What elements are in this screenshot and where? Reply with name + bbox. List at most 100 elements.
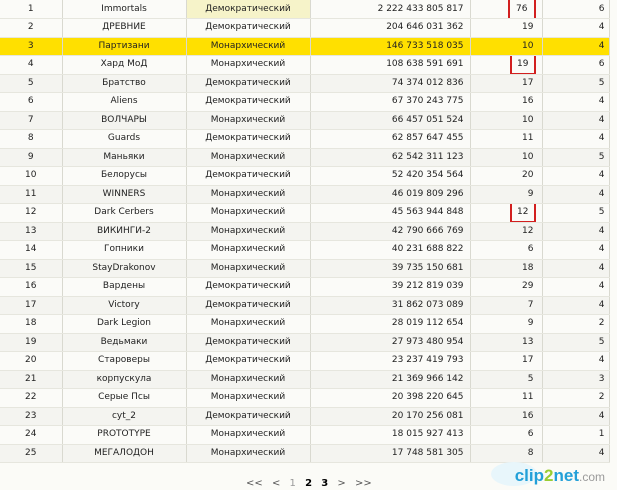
count-a-cell: 8 <box>470 444 543 463</box>
count-a-cell: 7 <box>470 296 543 315</box>
clan-name-cell[interactable]: Dark Cerbers <box>62 203 187 223</box>
count-a-cell: 19 <box>470 55 543 75</box>
score-cell: 62 542 311 123 <box>310 148 471 167</box>
page-1-link[interactable]: 1 <box>290 478 296 489</box>
clan-name-cell[interactable]: ДРЕВНИЕ <box>62 18 187 38</box>
rank-cell: 3 <box>0 37 63 56</box>
count-b-cell: 5 <box>542 333 610 352</box>
clan-name-cell[interactable]: Dark Legion <box>62 314 187 334</box>
clan-ranking-table: 1 Immortals Демократический 2 222 433 805 8… <box>0 0 617 463</box>
last-page-link[interactable]: >> <box>355 478 372 489</box>
government-cell: Монархический <box>186 111 311 130</box>
table-row: 18 Dark Legion Монархический 28 019 112 654… <box>0 314 610 334</box>
count-b-cell: 4 <box>542 296 610 315</box>
count-a-cell: 12 <box>470 222 543 241</box>
rank-cell: 23 <box>0 407 63 426</box>
government-cell: Монархический <box>186 148 311 167</box>
table-row: 20 Староверы Демократический 23 237 419 793… <box>0 351 610 371</box>
count-a-cell: 29 <box>470 277 543 297</box>
count-a-cell: 16 <box>470 92 543 112</box>
government-cell: Демократический <box>186 351 311 371</box>
clan-name-cell[interactable]: Victory <box>62 296 187 315</box>
count-b-cell: 5 <box>542 203 610 223</box>
rank-cell: 10 <box>0 166 63 186</box>
table-row: 9 Маньяки Монархический 62 542 311 123 10 5 <box>0 148 610 167</box>
count-b-cell: 2 <box>542 388 610 408</box>
score-cell: 74 374 012 836 <box>310 74 471 93</box>
prev-page-link[interactable]: < <box>272 478 280 489</box>
count-a-cell: 6 <box>470 425 543 445</box>
table-row: 14 Гопники Монархический 40 231 688 822 6 4 <box>0 240 610 260</box>
count-a-value: 5 <box>527 373 534 384</box>
rank-cell: 12 <box>0 203 63 223</box>
count-a-value: 7 <box>527 299 534 310</box>
clan-name-cell[interactable]: Вардены <box>62 277 187 297</box>
count-b-cell: 4 <box>542 351 610 371</box>
clan-name-cell[interactable]: Братство <box>62 74 187 93</box>
clan-name-cell[interactable]: Староверы <box>62 351 187 371</box>
clan-name-cell[interactable]: Aliens <box>62 92 187 112</box>
count-b-cell: 4 <box>542 222 610 241</box>
clan-name-cell[interactable]: Гопники <box>62 240 187 260</box>
score-cell: 23 237 419 793 <box>310 351 471 371</box>
clan-name-cell[interactable]: PROTOTYPE <box>62 425 187 445</box>
count-a-cell: 17 <box>470 74 543 93</box>
clan-name-cell[interactable]: WINNERS <box>62 185 187 204</box>
clan-name-cell[interactable]: Белорусы <box>62 166 187 186</box>
count-a-value: 16 <box>522 410 534 421</box>
clan-name-cell[interactable]: корпускула <box>62 370 187 389</box>
count-a-value: 10 <box>522 114 534 125</box>
count-b-cell: 4 <box>542 111 610 130</box>
clan-name-cell[interactable]: Хард МоД <box>62 55 187 75</box>
rank-cell: 13 <box>0 222 63 241</box>
rank-cell: 14 <box>0 240 63 260</box>
rank-cell: 11 <box>0 185 63 204</box>
count-b-cell: 4 <box>542 185 610 204</box>
table-row: 1 Immortals Демократический 2 222 433 805 8… <box>0 0 610 19</box>
clan-name-cell[interactable]: StayDrakonov <box>62 259 187 278</box>
clan-name-cell[interactable]: Партизани <box>62 37 187 56</box>
table-row: 21 корпускула Монархический 21 369 966 142 5… <box>0 370 610 389</box>
clan-name-cell[interactable]: МЕГАЛОДОН <box>62 444 187 463</box>
rank-cell: 1 <box>0 0 63 19</box>
score-cell: 31 862 073 089 <box>310 296 471 315</box>
score-cell: 17 748 581 305 <box>310 444 471 463</box>
count-a-value: 18 <box>522 262 534 273</box>
table-row: 10 Белорусы Демократический 52 420 354 564 2… <box>0 166 610 186</box>
clan-name-cell[interactable]: cyt_2 <box>62 407 187 426</box>
table-row: 3 Партизани Монархический 146 733 518 035 10… <box>0 37 610 56</box>
government-cell: Монархический <box>186 185 311 204</box>
count-a-value: 6 <box>527 244 534 255</box>
count-a-value: 20 <box>522 170 534 181</box>
table-row: 24 PROTOTYPE Монархический 18 015 927 413 6 1 <box>0 425 610 445</box>
count-a-cell: 12 <box>470 203 543 223</box>
clan-name-cell[interactable]: Серые Псы <box>62 388 187 408</box>
count-a-value: 11 <box>522 392 534 403</box>
government-cell: Монархический <box>186 240 311 260</box>
count-a-value: 9 <box>527 318 534 329</box>
rank-cell: 5 <box>0 74 63 93</box>
rank-cell: 22 <box>0 388 63 408</box>
count-a-value: 6 <box>527 429 534 440</box>
page-3-link[interactable]: 3 <box>321 478 328 489</box>
clan-name-cell[interactable]: Guards <box>62 129 187 149</box>
clan-name-cell[interactable]: Маньяки <box>62 148 187 167</box>
clan-name-cell[interactable]: ВИКИНГИ-2 <box>62 222 187 241</box>
next-page-link[interactable]: > <box>337 478 345 489</box>
government-cell: Демократический <box>186 129 311 149</box>
clan-name-cell[interactable]: Immortals <box>62 0 187 19</box>
count-a-cell: 10 <box>470 111 543 130</box>
clan-name-cell[interactable]: ВОЛЧАРЫ <box>62 111 187 130</box>
count-a-cell: 6 <box>470 240 543 260</box>
count-a-cell: 10 <box>470 37 543 56</box>
count-a-cell: 17 <box>470 351 543 371</box>
score-cell: 28 019 112 654 <box>310 314 471 334</box>
count-a-cell: 10 <box>470 148 543 167</box>
score-cell: 18 015 927 413 <box>310 425 471 445</box>
count-a-value: 19 <box>522 22 534 33</box>
count-a-cell: 11 <box>470 129 543 149</box>
score-cell: 27 973 480 954 <box>310 333 471 352</box>
table-row: 11 WINNERS Монархический 46 019 809 296 9 4 <box>0 185 610 204</box>
clan-name-cell[interactable]: Ведьмаки <box>62 333 187 352</box>
first-page-link[interactable]: << <box>246 478 263 489</box>
